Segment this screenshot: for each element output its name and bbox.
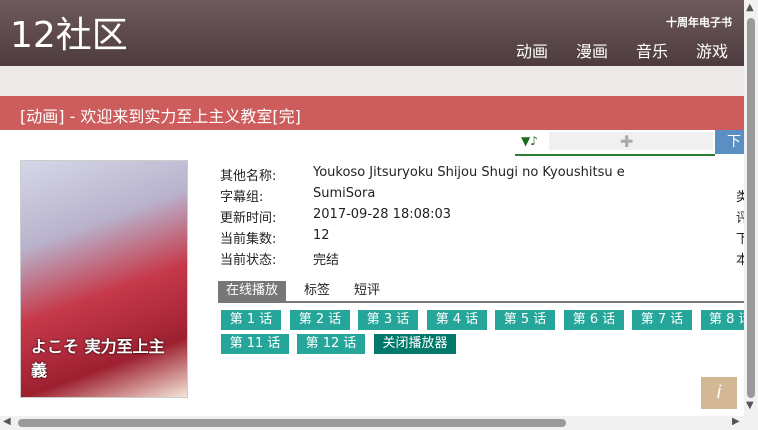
player-control-box: ▼♪ ✚ <box>515 130 715 156</box>
episode-button[interactable]: 第 5 话 <box>495 310 555 330</box>
episode-button[interactable]: 第 3 话 <box>358 310 418 330</box>
value-status: 完结 <box>313 253 340 268</box>
episode-button[interactable]: 第 4 话 <box>427 310 487 330</box>
player-search-field[interactable]: ✚ <box>549 132 713 151</box>
tab-tags[interactable]: 标签 <box>304 281 330 301</box>
vertical-scroll-thumb[interactable] <box>747 18 755 398</box>
scroll-right-icon[interactable]: ▶ <box>732 416 740 427</box>
site-header: 12社区 十周年电子书 动画 漫画 音乐 游戏 <box>0 0 744 66</box>
label-updated: 更新时间: <box>220 211 277 226</box>
value-other-name: Youkoso Jitsuryoku Shijou Shugi no Kyous… <box>313 165 625 180</box>
episode-button[interactable]: 第 8 话 <box>701 310 744 330</box>
tab-online-play[interactable]: 在线播放 <box>218 281 287 301</box>
tab-short-review[interactable]: 短评 <box>354 281 380 301</box>
page-title: [动画] - 欢迎来到实力至上主义教室[完] <box>20 107 301 126</box>
cover-image: よこそ 実力至上主義 <box>20 160 188 398</box>
episode-button[interactable]: 第 7 话 <box>632 310 692 330</box>
scroll-down-icon[interactable]: ▼ <box>746 400 754 411</box>
episode-button[interactable]: 第 2 话 <box>290 310 350 330</box>
play-music-icon[interactable]: ▼♪ <box>521 134 538 148</box>
info-button[interactable]: i <box>701 377 737 409</box>
value-fansub: SumiSora <box>313 186 376 201</box>
nav-music[interactable]: 音乐 <box>636 38 668 62</box>
episode-button[interactable]: 第 6 话 <box>564 310 624 330</box>
scroll-left-icon[interactable]: ◀ <box>3 416 11 427</box>
close-player-button[interactable]: 关闭播放器 <box>374 334 456 354</box>
scroll-up-icon[interactable]: ▲ <box>746 2 754 13</box>
nav-games[interactable]: 游戏 <box>696 38 728 62</box>
value-episodes: 12 <box>313 228 330 243</box>
puzzle-icon: ✚ <box>620 132 634 151</box>
label-episodes: 当前集数: <box>220 232 277 247</box>
nav-anime[interactable]: 动画 <box>516 38 548 62</box>
episode-button[interactable]: 第 12 话 <box>297 334 365 354</box>
site-logo[interactable]: 12社区 <box>10 14 128 58</box>
label-status: 当前状态: <box>220 253 277 268</box>
label-fansub: 字幕组: <box>220 190 264 205</box>
download-tab[interactable]: 下 <box>715 130 744 154</box>
value-updated: 2017-09-28 18:08:03 <box>313 207 452 222</box>
episode-button[interactable]: 第 11 话 <box>221 334 289 354</box>
cover-logo-text: よこそ 実力至上主義 <box>31 337 165 380</box>
label-other-name: 其他名称: <box>220 169 277 184</box>
nav-manga[interactable]: 漫画 <box>576 38 608 62</box>
episode-button[interactable]: 第 1 话 <box>221 310 281 330</box>
detail-tabs: 在线播放 标签 短评 <box>218 281 744 303</box>
horizontal-scroll-thumb[interactable] <box>18 419 566 427</box>
ebook-link[interactable]: 十周年电子书 <box>666 14 732 30</box>
sub-band <box>0 66 744 96</box>
title-bar: [动画] - 欢迎来到实力至上主义教室[完] <box>0 96 744 130</box>
